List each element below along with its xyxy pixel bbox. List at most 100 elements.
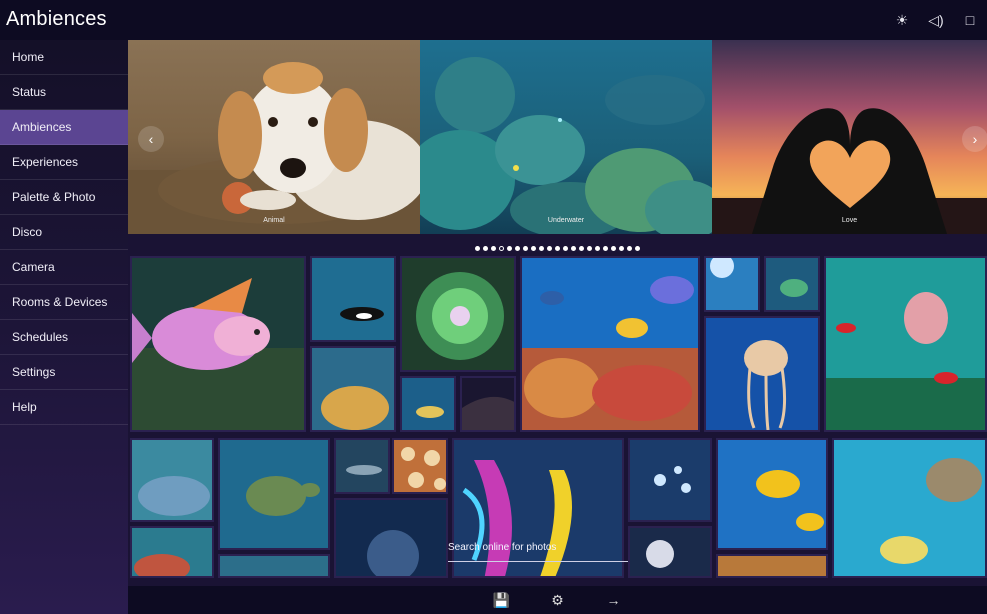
save-icon[interactable]: 💾: [491, 589, 513, 611]
sidebar-item-home[interactable]: Home: [0, 40, 128, 75]
main-content: Animal Underwater Love ‹ › Search online…: [128, 40, 987, 614]
gallery-tile-jellyfish[interactable]: [704, 316, 820, 432]
gallery-tile-turtle-small[interactable]: [764, 256, 820, 312]
sidebar-item-disco[interactable]: Disco: [0, 215, 128, 250]
carousel-dot[interactable]: [603, 246, 608, 251]
gallery-tile-dark[interactable]: [460, 376, 516, 432]
gallery-tile-giraffe-pattern[interactable]: [392, 438, 448, 494]
gallery-tile-light[interactable]: [704, 256, 760, 312]
moon-image: [630, 528, 710, 576]
carousel-dot[interactable]: [547, 246, 552, 251]
light-rays-image: [706, 258, 758, 310]
carousel-next-button[interactable]: ›: [962, 126, 987, 152]
gallery-tile-sea-turtle[interactable]: [218, 438, 330, 550]
carousel-dot[interactable]: [619, 246, 624, 251]
carousel-dot[interactable]: [475, 246, 480, 251]
sidebar-item-palette-photo[interactable]: Palette & Photo: [0, 180, 128, 215]
gallery-tile-reef[interactable]: [520, 256, 700, 432]
sidebar-item-settings[interactable]: Settings: [0, 355, 128, 390]
sidebar-item-label: Schedules: [12, 330, 69, 344]
sidebar-item-rooms-devices[interactable]: Rooms & Devices: [0, 285, 128, 320]
planet-image: [336, 500, 446, 576]
gallery-tile-turtle-large[interactable]: [832, 438, 987, 578]
coral-reef-image: [420, 40, 712, 234]
carousel-slide-animal[interactable]: Animal: [128, 40, 420, 234]
bottom-toolbar: 💾 ⚙ →: [128, 586, 987, 614]
carousel-prev-button[interactable]: ‹: [138, 126, 164, 152]
carousel-dot[interactable]: [627, 246, 632, 251]
gallery-tile-anemone[interactable]: [400, 256, 516, 372]
carousel-dot[interactable]: [587, 246, 592, 251]
volume-icon[interactable]: ◁): [919, 10, 953, 30]
sidebar-item-label: Experiences: [12, 155, 79, 169]
dark-water-image: [462, 378, 514, 430]
gallery-tile-earth[interactable]: [334, 498, 448, 578]
gallery-tile-sub[interactable]: [400, 376, 456, 432]
settings-icon[interactable]: ⚙: [547, 589, 569, 611]
sidebar-item-status[interactable]: Status: [0, 75, 128, 110]
carousel-dot[interactable]: [595, 246, 600, 251]
brightness-icon[interactable]: ☀: [885, 10, 919, 30]
window-icon[interactable]: □: [953, 10, 987, 30]
aquarium-image: [826, 258, 985, 430]
carousel-dot[interactable]: [611, 246, 616, 251]
gallery-tile-aquarium[interactable]: [824, 256, 987, 432]
carousel-dot[interactable]: [539, 246, 544, 251]
app-title: Ambiences: [6, 8, 107, 30]
carousel-dot[interactable]: [499, 246, 504, 251]
sidebar-item-experiences[interactable]: Experiences: [0, 145, 128, 180]
carousel-pagination: [128, 238, 987, 251]
search-online-photos[interactable]: Search online for photos: [448, 542, 628, 562]
sidebar-item-help[interactable]: Help: [0, 390, 128, 425]
leopard-pattern-image: [394, 440, 446, 492]
gallery-tile-school[interactable]: [130, 438, 214, 522]
diver-image: [402, 378, 454, 430]
forward-arrow-icon[interactable]: →: [603, 589, 625, 611]
gallery-tile-butterflyfish[interactable]: [716, 438, 828, 550]
sidebar-item-label: Palette & Photo: [12, 190, 96, 204]
gallery-tile-fish[interactable]: [130, 256, 306, 432]
sidebar-item-schedules[interactable]: Schedules: [0, 320, 128, 355]
sidebar-item-label: Camera: [12, 260, 55, 274]
ambience-gallery: [128, 254, 987, 584]
carousel-dot[interactable]: [491, 246, 496, 251]
tropical-fish-image: [132, 258, 304, 430]
carousel-dot[interactable]: [555, 246, 560, 251]
carousel-dot[interactable]: [523, 246, 528, 251]
gallery-tile-strip-b[interactable]: [716, 554, 828, 578]
carousel-dot[interactable]: [571, 246, 576, 251]
turtle-reef-image: [834, 440, 985, 576]
sidebar: Home Status Ambiences Experiences Palett…: [0, 40, 128, 614]
gallery-tile-orca[interactable]: [310, 256, 396, 342]
carousel-dot[interactable]: [579, 246, 584, 251]
gallery-tile-coral[interactable]: [310, 346, 396, 432]
sidebar-item-ambiences[interactable]: Ambiences: [0, 110, 128, 145]
gallery-tile-reef-small[interactable]: [130, 526, 214, 578]
heart-hands-image: [712, 40, 987, 234]
carousel-dot[interactable]: [515, 246, 520, 251]
carousel-slide-love[interactable]: Love: [712, 40, 987, 234]
gallery-tile-moon[interactable]: [628, 526, 712, 578]
carousel-dot[interactable]: [635, 246, 640, 251]
carousel-dot[interactable]: [483, 246, 488, 251]
slide-caption: Love: [841, 217, 858, 224]
orca-image: [312, 258, 394, 340]
gallery-tile-shark[interactable]: [334, 438, 390, 494]
gallery-tile-strip-a[interactable]: [218, 554, 330, 578]
carousel-dot[interactable]: [507, 246, 512, 251]
puppy-image: [128, 40, 420, 234]
small-turtle-image: [766, 258, 818, 310]
bubbles-image: [630, 440, 710, 520]
sidebar-item-label: Rooms & Devices: [12, 295, 108, 309]
sidebar-item-label: Status: [12, 85, 47, 99]
sidebar-item-camera[interactable]: Camera: [0, 250, 128, 285]
carousel-dot[interactable]: [531, 246, 536, 251]
carousel-dot[interactable]: [563, 246, 568, 251]
gallery-tile-bubbles[interactable]: [628, 438, 712, 522]
sea-turtle-image: [220, 440, 328, 548]
featured-carousel: Animal Underwater Love ‹ ›: [128, 40, 987, 234]
carousel-slide-underwater[interactable]: Underwater: [420, 40, 712, 234]
strip-image: [220, 556, 328, 576]
sidebar-item-label: Ambiences: [12, 120, 72, 134]
butterflyfish-image: [718, 440, 826, 548]
